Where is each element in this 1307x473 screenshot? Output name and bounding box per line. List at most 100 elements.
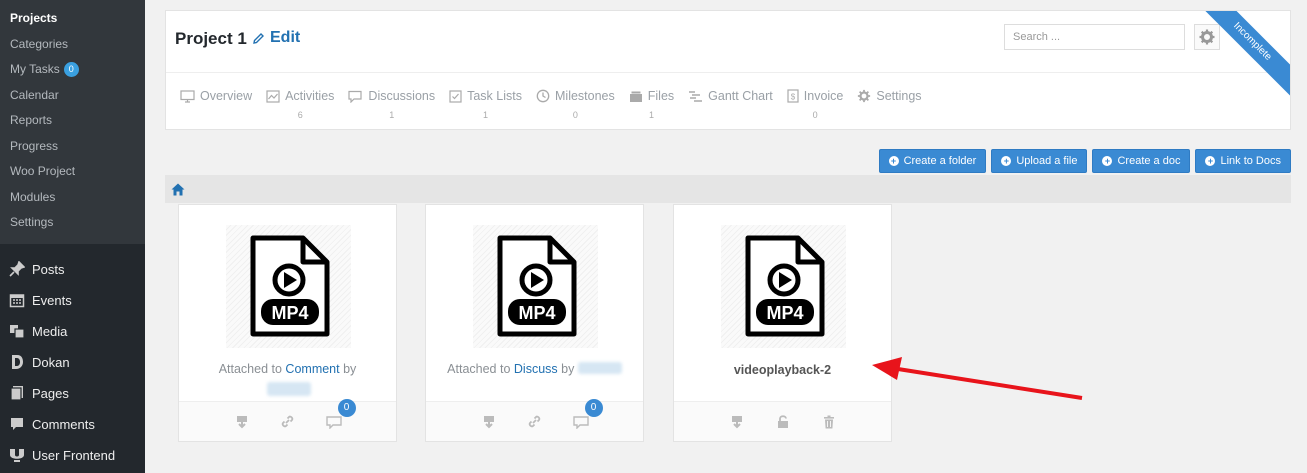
link-to-docs-button[interactable]: + Link to Docs [1195, 149, 1291, 173]
submenu-item-projects[interactable]: Projects [0, 6, 145, 32]
pages-icon [8, 384, 26, 402]
comment-icon [8, 415, 26, 433]
submenu-label: Reports [10, 113, 53, 127]
link-icon[interactable] [526, 413, 544, 431]
menu-item-posts[interactable]: Posts [0, 254, 145, 285]
comment-icon[interactable]: 0 [572, 398, 603, 431]
card-footer [674, 401, 891, 441]
tab-label: Overview [200, 89, 253, 103]
tab-invoice[interactable]: $ Invoice 0 [787, 89, 844, 120]
menu-item-user-frontend[interactable]: User Frontend [0, 440, 145, 471]
tab-gantt-chart[interactable]: Gantt Chart [688, 89, 773, 120]
submenu-label: Categories [10, 36, 69, 51]
file-name[interactable]: videoplayback-2 [674, 363, 891, 377]
blurred-username [267, 382, 311, 396]
button-label: Create a folder [903, 155, 977, 167]
button-label: Upload a file [1016, 155, 1078, 167]
gantt-icon [689, 90, 703, 102]
submenu-item-modules[interactable]: Modules [0, 185, 145, 211]
file-card[interactable]: MP4 Attached to Comment by 0 [178, 204, 397, 442]
menu-label: Dokan [32, 354, 70, 370]
submenu-label: Calendar [10, 87, 59, 102]
edit-label: Edit [270, 29, 301, 46]
file-type-label: MP4 [518, 303, 555, 323]
submenu-item-my-tasks[interactable]: My Tasks 0 [0, 57, 145, 83]
plus-circle-icon: + [1205, 156, 1216, 166]
file-card[interactable]: MP4 Attached to Discuss by 0 [425, 204, 644, 442]
mp4-file-icon: MP4 [745, 235, 824, 336]
user-frontend-icon [8, 446, 26, 464]
file-thumbnail[interactable]: MP4 [721, 225, 846, 348]
gear-icon [1199, 29, 1215, 45]
submenu-label: Progress [10, 138, 59, 153]
tab-milestones[interactable]: Milestones 0 [536, 89, 615, 120]
download-icon[interactable] [233, 413, 251, 431]
calendar-icon [8, 291, 26, 309]
attached-link[interactable]: Discuss [514, 362, 558, 376]
attached-link[interactable]: Comment [285, 362, 339, 376]
tab-activities[interactable]: Activities 6 [266, 89, 334, 120]
file-thumbnail[interactable]: MP4 [473, 225, 598, 348]
menu-item-media[interactable]: Media [0, 316, 145, 347]
upload-file-button[interactable]: + Upload a file [991, 149, 1088, 173]
plus-circle-icon: + [1001, 156, 1012, 166]
download-icon[interactable] [480, 413, 498, 431]
tab-label: Activities [285, 89, 335, 103]
tab-settings[interactable]: Settings [857, 89, 922, 120]
activity-chart-icon [266, 89, 280, 103]
file-thumbnail[interactable]: MP4 [226, 225, 351, 348]
menu-item-dokan[interactable]: Dokan [0, 347, 145, 378]
plus-circle-icon: + [888, 156, 899, 166]
project-tabs: Overview Activities 6 Discussions 1 Task… [180, 89, 936, 120]
tab-label: Files [647, 89, 675, 103]
file-card[interactable]: MP4 videoplayback-2 [673, 204, 892, 442]
search-input[interactable] [1004, 24, 1185, 50]
menu-item-pages[interactable]: Pages [0, 378, 145, 409]
menu-label: Pages [32, 385, 69, 401]
edit-project-link[interactable]: Edit [252, 29, 300, 47]
settings-gear-button[interactable] [1194, 24, 1220, 50]
submenu-item-categories[interactable]: Categories [0, 32, 145, 58]
create-doc-button[interactable]: + Create a doc [1092, 149, 1191, 173]
tab-count: 0 [812, 110, 818, 120]
submenu-item-woo-project[interactable]: Woo Project [0, 159, 145, 185]
comment-count-badge: 0 [584, 398, 603, 417]
file-type-label: MP4 [271, 303, 308, 323]
plus-circle-icon: + [1102, 156, 1113, 166]
comment-icon[interactable]: 0 [325, 398, 356, 431]
home-icon[interactable] [171, 183, 185, 196]
submenu-item-calendar[interactable]: Calendar [0, 83, 145, 109]
tab-overview[interactable]: Overview [180, 89, 252, 120]
admin-menu: Posts Events Media Dokan Pages Comments … [0, 244, 145, 471]
gear-icon [858, 89, 871, 103]
tab-files[interactable]: Files 1 [629, 89, 674, 120]
tab-discussions[interactable]: Discussions 1 [348, 89, 435, 120]
trash-icon[interactable] [820, 413, 838, 431]
admin-sidebar: Projects Categories My Tasks 0 Calendar R… [0, 0, 145, 473]
projects-submenu: Projects Categories My Tasks 0 Calendar R… [0, 0, 145, 244]
clock-icon [536, 89, 550, 103]
blurred-username [577, 362, 622, 374]
files-icon [629, 91, 642, 102]
menu-item-comments[interactable]: Comments [0, 409, 145, 440]
my-tasks-badge: 0 [63, 62, 79, 77]
tab-label: Invoice [803, 89, 844, 103]
submenu-item-progress[interactable]: Progress [0, 134, 145, 160]
tab-label: Gantt Chart [708, 89, 773, 103]
submenu-item-reports[interactable]: Reports [0, 108, 145, 134]
link-icon[interactable] [279, 413, 297, 431]
submenu-label: Modules [10, 189, 56, 204]
create-folder-button[interactable]: + Create a folder [878, 149, 987, 173]
media-icon [8, 322, 26, 340]
tab-count: 0 [572, 110, 578, 120]
download-icon[interactable] [728, 413, 746, 431]
tab-count: 1 [483, 110, 489, 120]
pencil-icon [253, 32, 264, 44]
tab-label: Task Lists [467, 89, 522, 103]
tab-task-lists[interactable]: Task Lists 1 [449, 89, 522, 120]
submenu-item-settings[interactable]: Settings [0, 210, 145, 236]
caption-by: by [561, 362, 575, 376]
menu-item-events[interactable]: Events [0, 285, 145, 316]
lock-icon[interactable] [774, 413, 792, 431]
attached-caption: Attached to Comment by [179, 362, 396, 376]
